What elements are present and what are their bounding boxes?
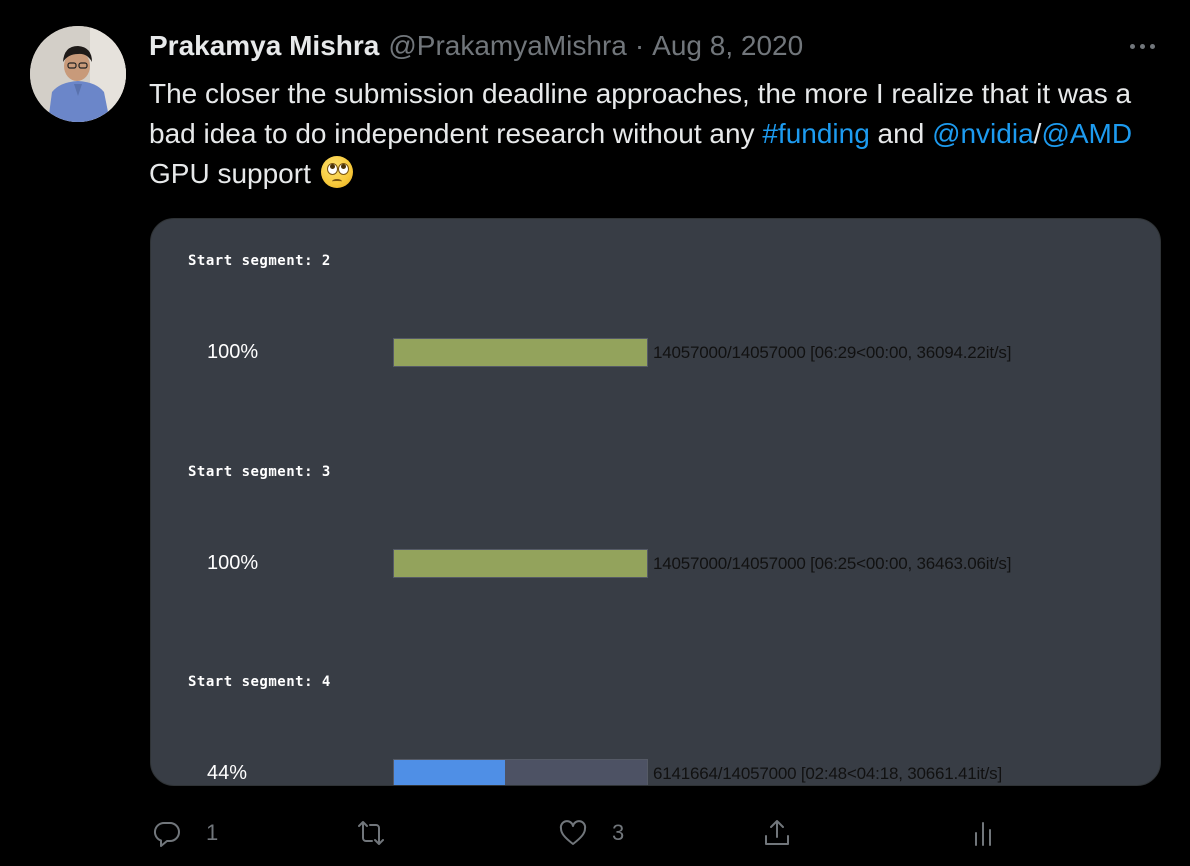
share-icon [765, 820, 789, 845]
progress-bar [393, 759, 648, 785]
retweet-icon [358, 821, 384, 845]
segment-percent: 100% [207, 552, 259, 574]
progress-bar-fill [394, 550, 647, 577]
tweet-actions: 1 3 [0, 810, 1190, 856]
tweet-text: The closer the submission deadline appro… [149, 74, 1139, 194]
progress-bar-fill [394, 339, 647, 366]
more-dot-icon [1149, 43, 1155, 49]
avatar[interactable] [30, 26, 126, 122]
header-separator: · [634, 30, 645, 61]
like-button[interactable]: 3 [558, 810, 624, 856]
progress-bar [393, 549, 648, 578]
rolling-eyes-emoji-icon [320, 156, 353, 188]
tweet-header: Prakamya Mishra @PrakamyaMishra · Aug 8,… [149, 29, 803, 63]
like-count: 3 [612, 820, 625, 845]
segment-label: Start segment: 2 [188, 253, 331, 269]
tweet-media-image[interactable]: Start segment: 2 100% 14057000/14057000 [0… [150, 218, 1161, 786]
author-name[interactable]: Prakamya Mishra [149, 29, 379, 63]
segment-label: Start segment: 3 [188, 464, 331, 480]
retweet-button[interactable] [356, 810, 410, 856]
author-handle[interactable]: @PrakamyaMishra [388, 29, 626, 63]
reply-count: 1 [206, 820, 219, 845]
mention-link[interactable]: @AMD [1041, 118, 1132, 149]
heart-icon [559, 820, 587, 845]
mention-link[interactable]: @nvidia [932, 118, 1034, 149]
tweet-text-part: and [869, 118, 933, 149]
hashtag-link[interactable]: #funding [762, 118, 869, 149]
segment-percent: 44% [207, 762, 248, 784]
analytics-button[interactable] [968, 810, 998, 856]
segment-progress-info: 6141664/14057000 [02:48<04:18, 30661.41i… [653, 764, 1002, 783]
segment-progress-info: 14057000/14057000 [06:29<00:00, 36094.22… [653, 343, 1012, 362]
more-dot-icon [1129, 43, 1135, 49]
reply-button[interactable]: 1 [152, 810, 218, 856]
progress-bar-fill [394, 760, 506, 785]
tweet-date[interactable]: Aug 8, 2020 [652, 29, 803, 63]
segment-progress-info: 14057000/14057000 [06:25<00:00, 36463.06… [653, 554, 1012, 573]
more-dot-icon [1139, 43, 1145, 49]
share-button[interactable] [762, 810, 792, 856]
more-options-button[interactable] [1122, 34, 1162, 58]
segment-percent: 100% [207, 341, 259, 363]
reply-icon [153, 821, 180, 847]
analytics-icon [975, 822, 991, 846]
tweet-text-part: GPU support [149, 158, 319, 189]
progress-bar [393, 338, 648, 367]
segment-label: Start segment: 4 [188, 674, 331, 690]
